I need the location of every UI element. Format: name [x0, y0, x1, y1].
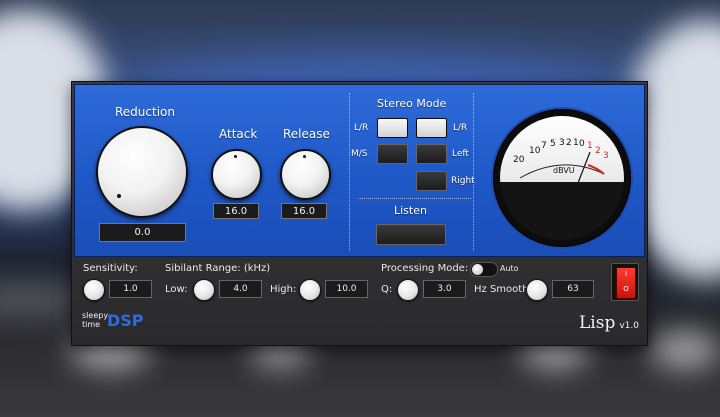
- stereo-lr-right-button[interactable]: [416, 118, 447, 138]
- processing-mode-label: Processing Mode:: [381, 263, 469, 274]
- vu-meter-face: 20 10 7 5 3 2 1 0 1 2 3 dBVU: [500, 116, 624, 240]
- q-knob[interactable]: [397, 279, 419, 301]
- attack-value[interactable]: 16.0: [213, 203, 259, 219]
- vu-scale-label: 0: [579, 139, 585, 149]
- high-value[interactable]: 10.0: [325, 280, 368, 298]
- section-divider: [349, 93, 350, 251]
- knob-indicator: [117, 194, 121, 198]
- vu-scale-label: 7: [541, 141, 547, 151]
- reduction-knob[interactable]: [96, 126, 188, 218]
- vu-meter-scale: 20 10 7 5 3 2 1 0 1 2 3 dBVU: [513, 138, 609, 184]
- release-value[interactable]: 16.0: [281, 203, 327, 219]
- product-version: v1.0: [619, 321, 639, 331]
- vu-scale-label: 5: [550, 139, 556, 149]
- power-switch-rocker: I O: [616, 267, 636, 299]
- toggle-thumb: [472, 264, 483, 275]
- high-knob[interactable]: [299, 279, 321, 301]
- vu-scale-label-red: 2: [595, 146, 601, 156]
- section-divider: [473, 93, 474, 251]
- attack-knob[interactable]: [211, 149, 262, 200]
- stereo-lr-button[interactable]: [377, 118, 408, 138]
- product-name: Lisp: [579, 313, 616, 333]
- vu-unit-label: dBVU: [553, 166, 575, 175]
- hz-smooth-value[interactable]: 63: [552, 280, 594, 298]
- vu-meter: 20 10 7 5 3 2 1 0 1 2 3 dBVU: [493, 109, 631, 247]
- product-title: Lisp v1.0: [579, 313, 639, 333]
- vu-scale-label: 2: [566, 138, 572, 148]
- hz-smooth-knob[interactable]: [526, 279, 548, 301]
- main-control-panel: Reduction 0.0 Attack 16.0 Release 16.0 S…: [74, 84, 645, 257]
- stereo-right-button[interactable]: [416, 171, 447, 191]
- attack-label: Attack: [219, 127, 258, 141]
- stereo-left-label: Left: [452, 149, 469, 159]
- bottom-control-strip: Sensitivity: 1.0 Sibilant Range: (kHz) L…: [74, 257, 643, 341]
- sibilant-range-label: Sibilant Range: (kHz): [165, 263, 271, 274]
- q-value[interactable]: 3.0: [423, 280, 466, 298]
- stereo-lr-right-label: L/R: [453, 123, 468, 133]
- high-label: High:: [270, 284, 297, 295]
- listen-button[interactable]: [376, 224, 446, 245]
- vu-scale-label: 3: [559, 138, 565, 148]
- vu-scale-label-red: 3: [603, 151, 609, 161]
- power-on-marker: I: [624, 270, 628, 278]
- vu-scale-label: 20: [513, 155, 525, 165]
- stereo-lr-left-label: L/R: [354, 123, 369, 133]
- power-off-marker: O: [623, 285, 629, 293]
- q-label: Q:: [381, 284, 393, 295]
- release-knob[interactable]: [280, 149, 331, 200]
- sensitivity-knob[interactable]: [83, 279, 105, 301]
- processing-mode-toggle[interactable]: [470, 262, 498, 277]
- stereo-ms-label: M/S: [351, 149, 368, 159]
- low-value[interactable]: 4.0: [219, 280, 262, 298]
- vu-scale-label: 10: [529, 146, 541, 156]
- reduction-label: Reduction: [115, 105, 175, 119]
- stereo-left-button[interactable]: [416, 144, 447, 164]
- hz-smooth-label: Hz Smooth:: [474, 284, 532, 295]
- low-label: Low:: [165, 284, 188, 295]
- knob-indicator: [234, 155, 237, 158]
- listen-divider: [358, 198, 471, 199]
- low-knob[interactable]: [193, 279, 215, 301]
- stereo-ms-button[interactable]: [377, 144, 408, 164]
- lisp-plugin-window: Reduction 0.0 Attack 16.0 Release 16.0 S…: [71, 81, 648, 346]
- logo-text-time: time: [82, 320, 101, 329]
- release-label: Release: [283, 127, 330, 141]
- sensitivity-label: Sensitivity:: [83, 263, 138, 274]
- stereo-right-label: Right: [451, 176, 475, 186]
- vu-needle: [577, 151, 591, 184]
- listen-label: Listen: [394, 204, 427, 217]
- vu-scale-label-red: 1: [587, 141, 593, 151]
- vu-scale-label: 1: [573, 138, 579, 148]
- reduction-value[interactable]: 0.0: [99, 223, 186, 242]
- stereo-mode-label: Stereo Mode: [377, 97, 447, 110]
- knob-indicator: [303, 155, 306, 158]
- power-switch[interactable]: I O: [611, 263, 639, 301]
- background-blur-shape: [650, 330, 720, 370]
- auto-label: Auto: [500, 264, 519, 273]
- logo-text-dsp: DSP: [107, 311, 144, 330]
- sensitivity-value[interactable]: 1.0: [109, 280, 152, 298]
